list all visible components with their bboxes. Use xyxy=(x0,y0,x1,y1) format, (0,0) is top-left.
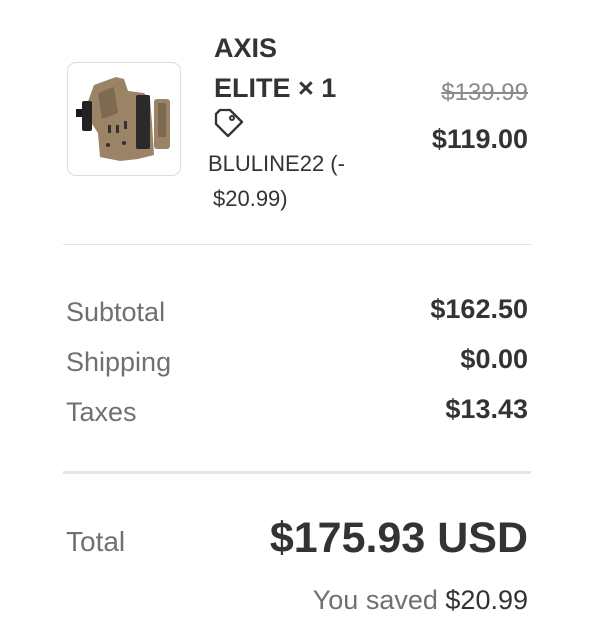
discount-code: BLULINE22 (- $20.99) xyxy=(208,146,398,216)
shipping-value: $0.00 xyxy=(460,344,528,374)
divider xyxy=(63,471,531,474)
tag-icon xyxy=(214,108,244,138)
total-label: Total xyxy=(66,526,126,557)
savings-label: You saved xyxy=(312,585,438,615)
product-price: $119.00 xyxy=(431,124,528,154)
product-name-line1: AXIS xyxy=(214,33,278,63)
subtotal-label: Subtotal xyxy=(66,297,166,327)
discount-amount: $20.99) xyxy=(213,186,288,211)
holster-product-image xyxy=(76,77,170,161)
divider xyxy=(63,244,531,245)
taxes-label: Taxes xyxy=(66,397,137,427)
savings-value: $20.99 xyxy=(445,585,528,615)
product-name: ELITE xyxy=(214,73,291,103)
product-name-line2: ELITE × 1 xyxy=(214,73,336,104)
shipping-label: Shipping xyxy=(66,347,172,377)
total-value: $175.93 USD xyxy=(269,514,528,562)
savings-text: You saved $20.99 xyxy=(313,585,528,616)
taxes-value: $13.43 xyxy=(445,394,528,424)
product-thumbnail xyxy=(67,62,181,176)
subtotal-value: $162.50 xyxy=(430,294,528,324)
original-price: $139.99 xyxy=(441,79,528,106)
product-quantity: × 1 xyxy=(298,73,337,103)
discount-code-label: BLULINE22 (- xyxy=(208,151,345,176)
